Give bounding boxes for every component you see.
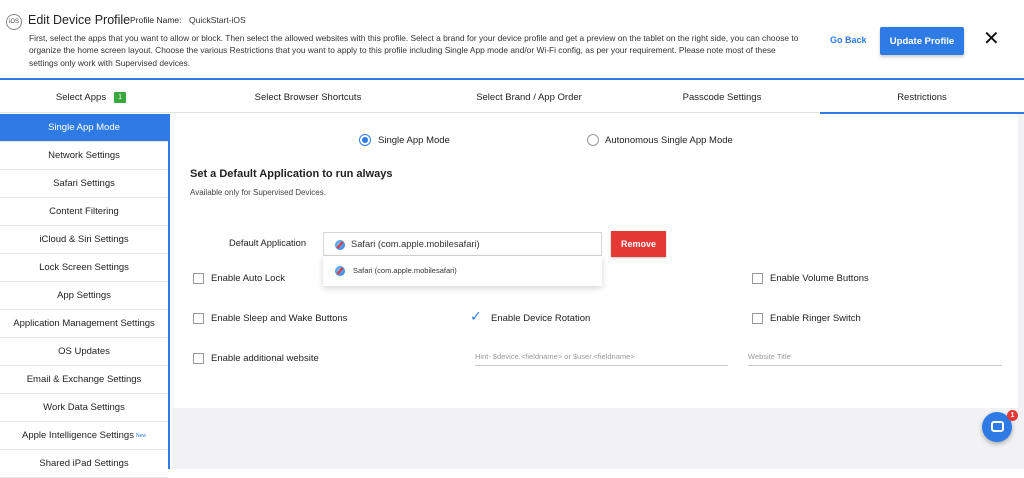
tab-label: Select Apps (55, 92, 107, 103)
sidebar-item-label: OS Updates (58, 346, 110, 357)
tab-label: Select Brand / App Order (476, 92, 582, 103)
sidebar-item-shared-ipad[interactable]: Shared iPad Settings (0, 450, 168, 478)
sleep-wake-label: Enable Sleep and Wake Buttons (211, 313, 348, 324)
auto-lock-label: Enable Auto Lock (211, 273, 285, 284)
page-title: Edit Device Profile (28, 13, 131, 27)
ios-icon: iOS (6, 14, 22, 30)
sidebar-item-app-settings[interactable]: App Settings (0, 282, 168, 310)
default-application-select[interactable]: Safari (com.apple.mobilesafari) (323, 232, 602, 256)
sidebar-item-lock-screen[interactable]: Lock Screen Settings (0, 254, 168, 282)
dropdown-option-safari[interactable]: Safari (com.apple.mobilesafari) (353, 266, 457, 275)
ringer-switch-label: Enable Ringer Switch (770, 313, 861, 324)
website-url-input[interactable] (475, 348, 728, 366)
tab-bar: Select Apps 1 Select Browser Shortcuts S… (0, 82, 1024, 114)
sidebar-item-label: Shared iPad Settings (39, 458, 129, 469)
sidebar-item-app-management[interactable]: Application Management Settings (0, 310, 168, 338)
app-count-badge: 1 (114, 92, 127, 103)
additional-website-checkbox[interactable] (193, 353, 204, 364)
sidebar-item-label: Content Filtering (49, 206, 119, 217)
autonomous-mode-label: Autonomous Single App Mode (605, 135, 733, 146)
selected-app-value: Safari (com.apple.mobilesafari) (351, 239, 480, 249)
profile-name-value: QuickStart-iOS (189, 15, 246, 25)
tab-restrictions[interactable]: Restrictions (820, 82, 1024, 114)
single-app-mode-radio[interactable] (359, 134, 371, 146)
section-subtitle: Available only for Supervised Devices. (190, 188, 326, 197)
sidebar-item-label: Email & Exchange Settings (26, 374, 142, 385)
website-title-input[interactable] (748, 348, 1002, 366)
restrictions-sidebar: Single App Mode Network Settings Safari … (0, 114, 170, 478)
sidebar-item-label: Lock Screen Settings (39, 262, 129, 273)
sidebar-item-label: Work Data Settings (43, 402, 125, 413)
remove-button[interactable]: Remove (611, 231, 666, 257)
chat-notification-badge: 1 (1007, 410, 1018, 421)
close-icon[interactable]: ✕ (983, 27, 1000, 51)
tab-label: Passcode Settings (682, 92, 762, 103)
tab-browser-shortcuts[interactable]: Select Browser Shortcuts (182, 82, 434, 113)
tab-passcode-settings[interactable]: Passcode Settings (624, 82, 820, 113)
go-back-link[interactable]: Go Back (830, 35, 867, 45)
sidebar-item-label: Single App Mode (48, 122, 120, 133)
volume-buttons-label: Enable Volume Buttons (770, 273, 869, 284)
sidebar-item-label: Network Settings (48, 150, 120, 161)
autonomous-mode-radio[interactable] (587, 134, 599, 146)
sidebar-item-label: Apple Intelligence Settings (22, 430, 134, 441)
sidebar-item-label: App Settings (57, 290, 111, 301)
sidebar-item-safari-settings[interactable]: Safari Settings (0, 170, 168, 198)
tab-label: Select Browser Shortcuts (254, 92, 362, 103)
sidebar-item-network-settings[interactable]: Network Settings (0, 142, 168, 170)
page-description: First, select the apps that you want to … (29, 33, 799, 68)
sidebar-item-label: Application Management Settings (13, 318, 155, 329)
tab-brand-app-order[interactable]: Select Brand / App Order (434, 82, 624, 113)
device-rotation-label: Enable Device Rotation (491, 313, 591, 324)
sidebar-item-os-updates[interactable]: OS Updates (0, 338, 168, 366)
volume-buttons-checkbox[interactable] (752, 273, 763, 284)
safari-icon (335, 266, 345, 276)
app-dropdown-menu: Safari (com.apple.mobilesafari) (323, 256, 602, 286)
sleep-wake-checkbox[interactable] (193, 313, 204, 324)
tab-label: Restrictions (897, 92, 947, 103)
sidebar-item-apple-intelligence[interactable]: Apple Intelligence Settings New (0, 422, 168, 450)
single-app-mode-label: Single App Mode (378, 135, 450, 146)
sidebar-item-work-data[interactable]: Work Data Settings (0, 394, 168, 422)
additional-website-label: Enable additional website (211, 353, 319, 364)
chat-icon (991, 421, 1004, 432)
sidebar-item-email-exchange[interactable]: Email & Exchange Settings (0, 366, 168, 394)
tab-select-apps[interactable]: Select Apps 1 (0, 82, 182, 113)
profile-name-label: Profile Name: (130, 15, 182, 25)
safari-icon (335, 240, 345, 250)
default-application-label: Default Application (229, 238, 307, 248)
sidebar-item-label: iCloud & Siri Settings (39, 234, 129, 245)
device-rotation-checkbox[interactable]: ✓ (470, 309, 482, 323)
new-tag: New (135, 432, 146, 439)
header: iOS Edit Device Profile Profile Name: Qu… (0, 0, 1024, 80)
sidebar-item-label: Safari Settings (53, 178, 115, 189)
sidebar-item-content-filtering[interactable]: Content Filtering (0, 198, 168, 226)
section-title: Set a Default Application to run always (190, 168, 393, 180)
sidebar-item-single-app-mode[interactable]: Single App Mode (0, 114, 168, 142)
ringer-switch-checkbox[interactable] (752, 313, 763, 324)
auto-lock-checkbox[interactable] (193, 273, 204, 284)
update-profile-button[interactable]: Update Profile (880, 27, 964, 55)
sidebar-item-icloud-siri[interactable]: iCloud & Siri Settings (0, 226, 168, 254)
